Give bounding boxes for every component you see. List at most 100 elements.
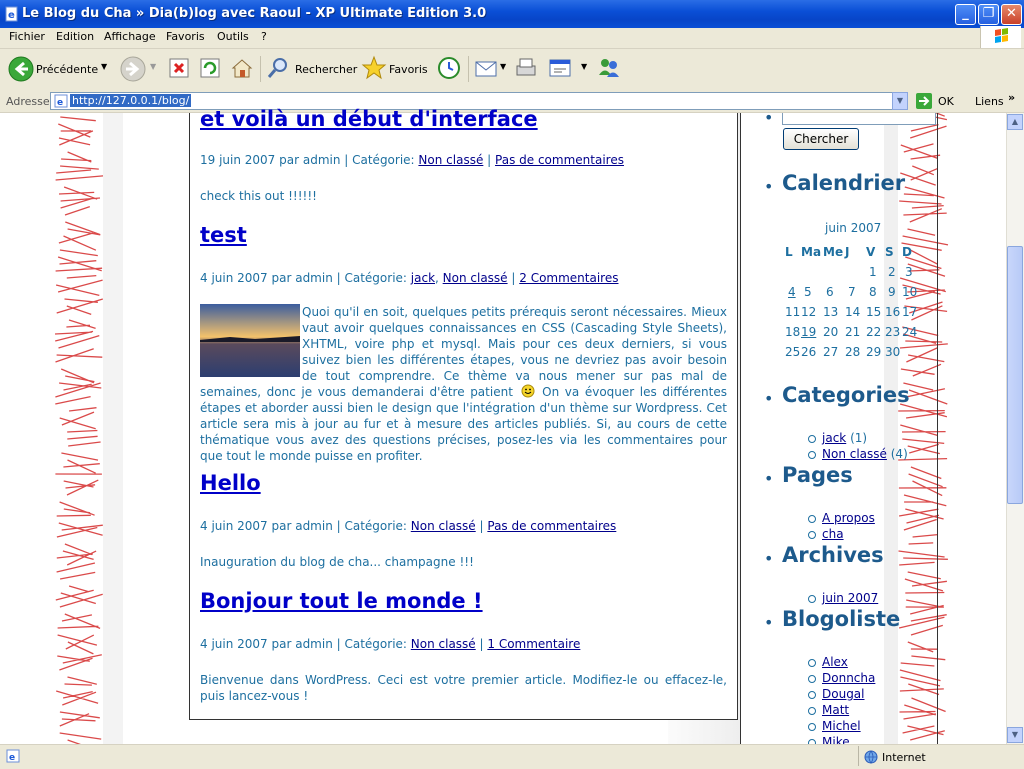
back-button-label[interactable]: Précédente — [36, 63, 98, 76]
page-link[interactable]: A propos — [822, 511, 875, 525]
menu-favoris[interactable]: Favoris — [166, 30, 205, 43]
section-bullet: • — [764, 549, 774, 568]
section-bullet: • — [764, 177, 774, 196]
calendar-day-header: Ma — [801, 245, 822, 259]
calendar-day[interactable]: 19 — [801, 325, 816, 339]
search-button-label[interactable]: Rechercher — [295, 63, 357, 76]
scroll-down-arrow-icon[interactable]: ▼ — [1007, 727, 1023, 743]
calendar-day: 11 — [785, 305, 801, 319]
favorites-star-icon[interactable] — [361, 55, 387, 81]
close-button[interactable]: ✕ — [1001, 4, 1022, 25]
menu-outils[interactable]: Outils — [217, 30, 249, 43]
archive-link[interactable]: juin 2007 — [822, 591, 878, 605]
post-meta: 4 juin 2007 par admin | Catégorie: Non c… — [200, 519, 617, 533]
left-column-edge — [103, 113, 123, 744]
blogroll-link[interactable]: Donncha — [822, 671, 875, 685]
sunset-photo — [200, 304, 300, 377]
page-link[interactable]: cha — [822, 527, 844, 541]
menu-fichier[interactable]: Fichier — [9, 30, 45, 43]
home-icon[interactable] — [230, 56, 254, 80]
edit-dropdown-icon[interactable]: ▼ — [581, 62, 587, 71]
calendar-heading: Calendrier — [782, 171, 906, 195]
scroll-up-arrow-icon[interactable]: ▲ — [1007, 114, 1023, 130]
comments-link[interactable]: Pas de commentaires — [495, 153, 624, 167]
post-title[interactable]: test — [200, 223, 247, 247]
calendar-day-header: J — [845, 245, 850, 259]
scribble-stroke — [55, 116, 104, 744]
category-link[interactable]: Non classé — [443, 271, 508, 285]
calendar-day: 3 — [905, 265, 913, 279]
list-bullet — [808, 674, 816, 683]
ie-page-icon: e — [5, 6, 18, 22]
category-item: jack (1) — [808, 431, 867, 445]
maximize-button[interactable]: ❐ — [978, 4, 999, 25]
calendar-day-header: L — [785, 245, 793, 259]
post-title[interactable]: Bonjour tout le monde ! — [200, 589, 483, 613]
svg-text:e: e — [9, 753, 15, 763]
toolbar-separator — [468, 56, 469, 82]
print-icon[interactable] — [513, 56, 539, 80]
viewport-top-clip — [0, 90, 1024, 113]
search-icon[interactable] — [266, 56, 290, 80]
search-submit-button[interactable]: Chercher — [783, 128, 859, 150]
comments-link[interactable]: 2 Commentaires — [519, 271, 618, 285]
menu-edition[interactable]: Edition — [56, 30, 94, 43]
page-item: cha — [808, 527, 844, 541]
blogroll-item: Alex — [808, 655, 848, 669]
menu-affichage[interactable]: Affichage — [104, 30, 156, 43]
scroll-thumb[interactable] — [1007, 246, 1023, 504]
calendar-day: 7 — [848, 285, 856, 299]
forward-arrow-icon[interactable] — [120, 56, 146, 82]
forward-dropdown-icon[interactable]: ▼ — [150, 62, 156, 71]
history-icon[interactable] — [437, 56, 461, 80]
list-bullet — [808, 658, 816, 667]
section-bullet: • — [764, 389, 774, 408]
back-dropdown-icon[interactable]: ▼ — [101, 62, 107, 71]
post-body: Inauguration du blog de cha... champagne… — [200, 555, 474, 569]
right-scribble-decoration — [898, 113, 949, 741]
mail-icon[interactable] — [474, 57, 500, 79]
calendar-day-header: S — [885, 245, 894, 259]
category-link[interactable]: Non classé — [418, 153, 483, 167]
calendar-day: 17 — [902, 305, 918, 319]
mail-dropdown-icon[interactable]: ▼ — [500, 62, 506, 71]
calendar-day: 16 — [885, 305, 901, 319]
category-item: Non classé (4) — [808, 447, 908, 461]
menu-help[interactable]: ? — [261, 30, 267, 43]
category-link[interactable]: Non classé — [411, 519, 476, 533]
calendar-day-header: Me — [823, 245, 844, 259]
calendar-day[interactable]: 4 — [788, 285, 796, 299]
sidebar-search-input[interactable] — [782, 113, 936, 125]
blogroll-link[interactable]: Alex — [822, 655, 848, 669]
category-count: (1) — [850, 431, 868, 445]
category-link[interactable]: Non classé — [822, 447, 887, 461]
calendar-day-header: D — [902, 245, 912, 259]
back-arrow-icon[interactable] — [8, 56, 34, 82]
refresh-icon[interactable] — [199, 57, 221, 79]
list-bullet — [808, 706, 816, 715]
svg-text:e: e — [8, 10, 15, 21]
list-bullet — [808, 690, 816, 699]
post-title[interactable]: Hello — [200, 471, 261, 495]
blogroll-link[interactable]: Michel — [822, 719, 861, 733]
category-link[interactable]: jack — [822, 431, 846, 445]
minimize-button[interactable]: _ — [955, 4, 976, 25]
blogroll-link[interactable]: Matt — [822, 703, 849, 717]
blogroll-item: Mike — [808, 735, 850, 744]
comments-link[interactable]: Pas de commentaires — [487, 519, 616, 533]
calendar-day: 12 — [801, 305, 817, 319]
post-date-author: 4 juin 2007 par admin | Catégorie: — [200, 637, 411, 651]
category-link[interactable]: jack — [411, 271, 435, 285]
stop-icon[interactable] — [168, 57, 190, 79]
category-link[interactable]: Non classé — [411, 637, 476, 651]
comments-link[interactable]: 1 Commentaire — [487, 637, 580, 651]
post-body: check this out !!!!!! — [200, 189, 317, 203]
post-date-author: 19 juin 2007 par admin | Catégorie: — [200, 153, 419, 167]
messenger-icon[interactable] — [596, 55, 622, 81]
blogroll-link[interactable]: Mike — [822, 735, 850, 744]
favorites-button-label[interactable]: Favoris — [389, 63, 428, 76]
list-bullet — [808, 450, 816, 459]
windows-logo — [980, 26, 1021, 48]
edit-icon[interactable] — [548, 57, 574, 79]
blogroll-link[interactable]: Dougal — [822, 687, 865, 701]
